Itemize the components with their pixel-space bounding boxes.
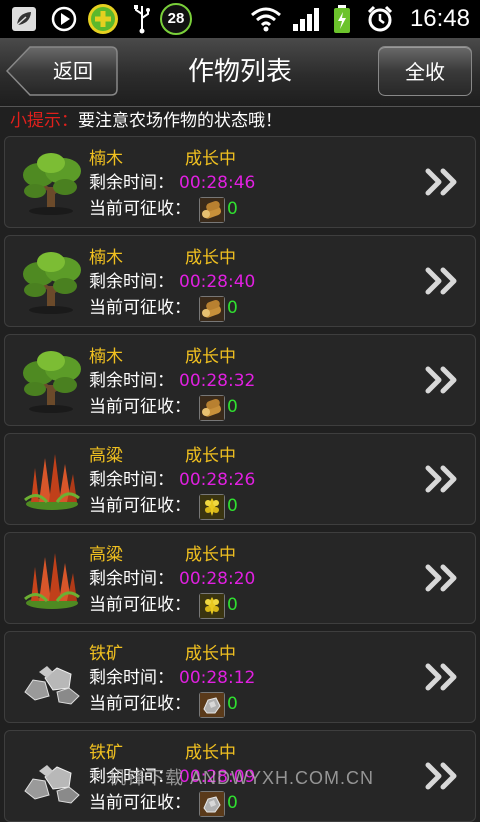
- wood-icon: [199, 296, 225, 322]
- signal-icon: [292, 0, 322, 38]
- clock: 16:48: [409, 5, 470, 32]
- play-icon: [50, 0, 78, 38]
- crop-row[interactable]: 铁矿 成长中 剩余时间： 00:28:12 当前可征收： 0: [4, 631, 476, 723]
- crop-name: 楠木: [89, 248, 123, 268]
- sorghum-icon: [17, 543, 87, 613]
- remaining-time: 00:28:12: [179, 668, 256, 688]
- ore-icon: [199, 692, 225, 718]
- crop-state: 成长中: [185, 149, 236, 169]
- crop-name: 高粱: [89, 446, 123, 466]
- double-chevron-right-icon[interactable]: [425, 167, 461, 197]
- notification-count: 28: [160, 3, 192, 35]
- usb-icon: [132, 0, 152, 38]
- crop-name: 楠木: [89, 347, 123, 367]
- crop-state: 成长中: [185, 347, 236, 367]
- remaining-time: 00:28:32: [179, 371, 256, 391]
- remaining-time: 00:28:20: [179, 569, 256, 589]
- yield-value: 0: [227, 496, 238, 516]
- back-button-label: 返回: [53, 59, 93, 83]
- crop-name: 铁矿: [89, 644, 123, 664]
- crop-row[interactable]: 楠木 成长中 剩余时间： 00:28:32 当前可征收： 0: [4, 334, 476, 426]
- crop-row[interactable]: 高粱 成长中 剩余时间： 00:28:20 当前可征收： 0: [4, 532, 476, 624]
- yield-label: 当前可征收：: [89, 298, 191, 318]
- tip-banner: 小提示：要注意农场作物的状态哦！: [10, 108, 282, 134]
- yield-value: 0: [227, 595, 238, 615]
- crop-state: 成长中: [185, 446, 236, 466]
- collect-all-button[interactable]: 全收: [378, 46, 472, 96]
- crop-name: 楠木: [89, 149, 123, 169]
- tree-icon: [17, 147, 87, 217]
- crop-row[interactable]: 楠木 成长中 剩余时间： 00:28:40 当前可征收： 0: [4, 235, 476, 327]
- yield-value: 0: [227, 298, 238, 318]
- wifi-icon: [250, 0, 282, 38]
- plus-security-icon: [86, 0, 120, 38]
- tree-icon: [17, 345, 87, 415]
- double-chevron-right-icon[interactable]: [425, 266, 461, 296]
- remaining-time: 00:28:46: [179, 173, 256, 193]
- yield-value: 0: [227, 199, 238, 219]
- crop-row[interactable]: 高粱 成长中 剩余时间： 00:28:26 当前可征收： 0: [4, 433, 476, 525]
- crop-state: 成长中: [185, 644, 236, 664]
- yield-label: 当前可征收：: [89, 694, 191, 714]
- sorghum-icon: [17, 444, 87, 514]
- leaf-icon: [10, 0, 38, 38]
- crop-state: 成长中: [185, 743, 236, 763]
- yield-value: 0: [227, 793, 238, 813]
- remaining-time: 00:28:26: [179, 470, 256, 490]
- grain-icon: [199, 593, 225, 619]
- crop-name: 铁矿: [89, 743, 123, 763]
- yield-label: 当前可征收：: [89, 397, 191, 417]
- double-chevron-right-icon[interactable]: [425, 563, 461, 593]
- remaining-label: 剩余时间：: [89, 668, 174, 688]
- tip-label: 小提示：: [10, 111, 78, 131]
- remaining-label: 剩余时间：: [89, 173, 174, 193]
- battery-icon: [332, 0, 352, 38]
- remaining-label: 剩余时间：: [89, 569, 174, 589]
- status-bar: 28 16:48: [0, 0, 480, 38]
- ore-icon: [199, 791, 225, 817]
- title-bar: 作物列表 返回 全收: [0, 38, 480, 107]
- double-chevron-right-icon[interactable]: [425, 761, 461, 791]
- wood-icon: [199, 197, 225, 223]
- yield-label: 当前可征收：: [89, 793, 191, 813]
- crop-name: 高粱: [89, 545, 123, 565]
- crop-state: 成长中: [185, 248, 236, 268]
- double-chevron-right-icon[interactable]: [425, 365, 461, 395]
- crop-state: 成长中: [185, 545, 236, 565]
- iron-ore-icon: [17, 642, 87, 712]
- crop-row[interactable]: 楠木 成长中 剩余时间： 00:28:46 当前可征收： 0: [4, 136, 476, 228]
- remaining-time: 00:28:40: [179, 272, 256, 292]
- yield-label: 当前可征收：: [89, 199, 191, 219]
- remaining-label: 剩余时间：: [89, 470, 174, 490]
- watermark: 机锋下载 ANDWYXH.COM.CN: [108, 768, 374, 788]
- iron-ore-icon: [17, 741, 87, 811]
- alarm-icon: [366, 0, 394, 38]
- yield-label: 当前可征收：: [89, 496, 191, 516]
- remaining-label: 剩余时间：: [89, 272, 174, 292]
- back-button[interactable]: 返回: [6, 46, 118, 96]
- grain-icon: [199, 494, 225, 520]
- remaining-label: 剩余时间：: [89, 371, 174, 391]
- notification-count-icon: 28: [160, 0, 192, 38]
- yield-value: 0: [227, 397, 238, 417]
- wood-icon: [199, 395, 225, 421]
- yield-value: 0: [227, 694, 238, 714]
- tree-icon: [17, 246, 87, 316]
- double-chevron-right-icon[interactable]: [425, 662, 461, 692]
- double-chevron-right-icon[interactable]: [425, 464, 461, 494]
- tip-text: 要注意农场作物的状态哦！: [78, 111, 282, 131]
- yield-label: 当前可征收：: [89, 595, 191, 615]
